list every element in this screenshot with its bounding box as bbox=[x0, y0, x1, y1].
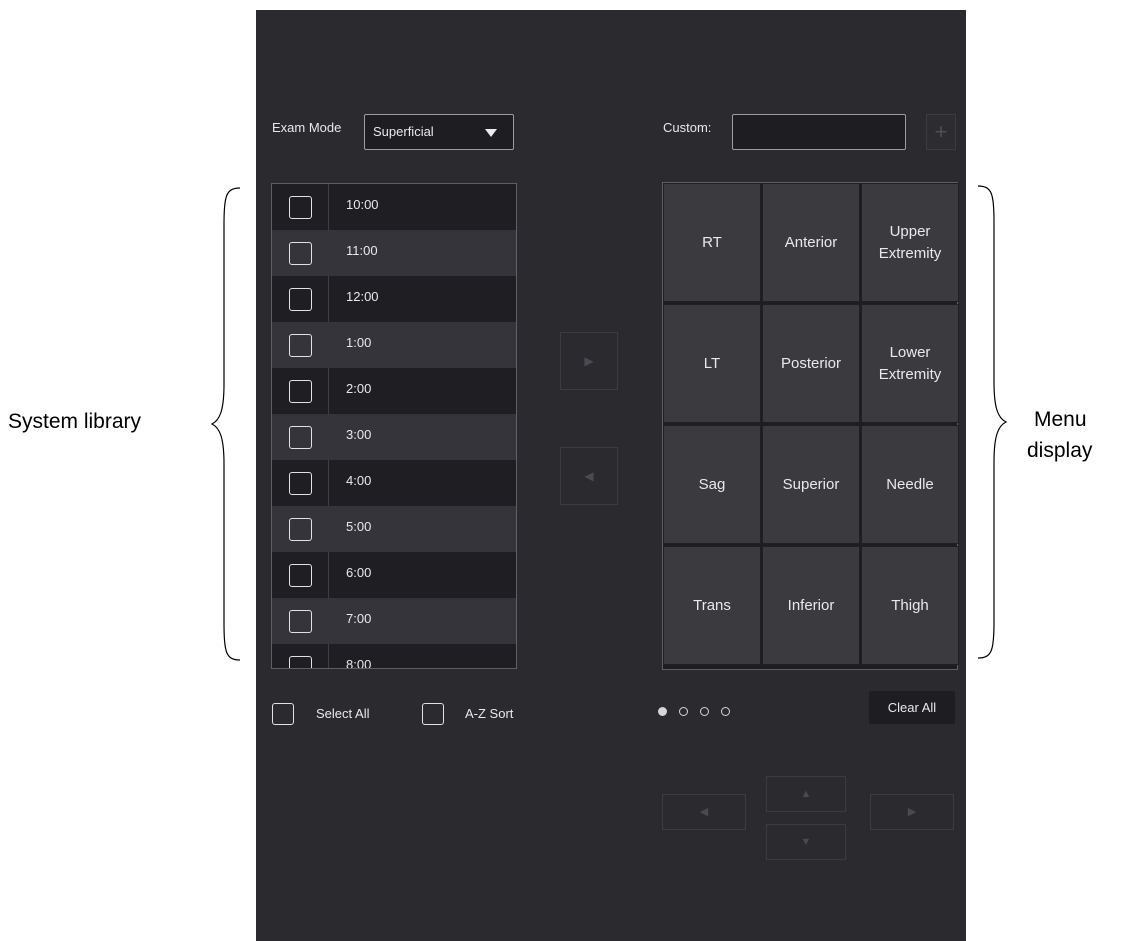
nav-up-button[interactable]: ▲ bbox=[766, 776, 846, 812]
menu-cell[interactable]: Needle bbox=[861, 425, 959, 544]
page-dot[interactable] bbox=[721, 707, 730, 716]
menu-cell[interactable]: Lower Extremity bbox=[861, 304, 959, 423]
item-label: 10:00 bbox=[346, 197, 379, 212]
list-item[interactable]: 1:00 bbox=[272, 322, 516, 368]
nav-left-button[interactable]: ◀ bbox=[662, 794, 746, 830]
list-item[interactable]: 11:00 bbox=[272, 230, 516, 276]
add-custom-button[interactable]: + bbox=[926, 114, 956, 150]
item-checkbox[interactable] bbox=[289, 242, 312, 265]
item-checkbox[interactable] bbox=[289, 610, 312, 633]
item-label: 12:00 bbox=[346, 289, 379, 304]
add-to-menu-button[interactable]: ▶ bbox=[560, 332, 618, 390]
system-library-list[interactable]: 10:00 11:00 12:00 1:00 2:00 3:00 4:00 5:… bbox=[271, 183, 517, 669]
select-all-label: Select All bbox=[316, 706, 370, 721]
list-item[interactable]: 6:00 bbox=[272, 552, 516, 598]
list-item[interactable]: 2:00 bbox=[272, 368, 516, 414]
item-label: 3:00 bbox=[346, 427, 372, 442]
list-item[interactable]: 8:00 bbox=[272, 644, 516, 669]
item-checkbox[interactable] bbox=[289, 472, 312, 495]
left-brace bbox=[210, 187, 241, 661]
menu-cell[interactable]: Superior bbox=[762, 425, 860, 544]
az-sort-checkbox[interactable] bbox=[422, 703, 444, 725]
menu-cell[interactable]: Posterior bbox=[762, 304, 860, 423]
item-checkbox[interactable] bbox=[289, 564, 312, 587]
item-label: 5:00 bbox=[346, 519, 372, 534]
menu-cell[interactable]: Anterior bbox=[762, 183, 860, 302]
menu-cell[interactable]: Upper Extremity bbox=[861, 183, 959, 302]
list-item[interactable]: 7:00 bbox=[272, 598, 516, 644]
item-label: 6:00 bbox=[346, 565, 372, 580]
list-item[interactable]: 10:00 bbox=[272, 184, 516, 230]
list-item[interactable]: 12:00 bbox=[272, 276, 516, 322]
system-library-annotation: System library bbox=[8, 410, 142, 433]
menu-cell[interactable]: Trans bbox=[663, 546, 761, 665]
item-label: 8:00 bbox=[346, 657, 372, 669]
page-dot[interactable] bbox=[679, 707, 688, 716]
list-item[interactable]: 5:00 bbox=[272, 506, 516, 552]
dropdown-caret-icon bbox=[485, 129, 497, 137]
page-dot[interactable] bbox=[700, 707, 709, 716]
list-item[interactable]: 3:00 bbox=[272, 414, 516, 460]
item-label: 11:00 bbox=[346, 243, 378, 258]
menu-display-annotation-line2: display bbox=[1027, 439, 1093, 462]
menu-cell[interactable]: Thigh bbox=[861, 546, 959, 665]
exam-mode-value: Superficial bbox=[373, 124, 434, 139]
nav-down-button[interactable]: ▼ bbox=[766, 824, 846, 860]
item-label: 4:00 bbox=[346, 473, 372, 488]
page-indicator bbox=[658, 703, 742, 721]
item-label: 2:00 bbox=[346, 381, 372, 396]
menu-display-annotation-line1: Menu bbox=[1034, 408, 1087, 431]
az-sort-label: A-Z Sort bbox=[465, 706, 514, 721]
item-label: 1:00 bbox=[346, 335, 372, 350]
nav-right-button[interactable]: ▶ bbox=[870, 794, 954, 830]
item-checkbox[interactable] bbox=[289, 288, 312, 311]
select-all-checkbox[interactable] bbox=[272, 703, 294, 725]
item-checkbox[interactable] bbox=[289, 656, 312, 668]
page-dot[interactable] bbox=[658, 707, 667, 716]
right-brace bbox=[977, 185, 1008, 659]
menu-cell[interactable]: Sag bbox=[663, 425, 761, 544]
item-label: 7:00 bbox=[346, 611, 372, 626]
item-checkbox[interactable] bbox=[289, 334, 312, 357]
item-checkbox[interactable] bbox=[289, 196, 312, 219]
menu-config-panel: Exam Mode Superficial Custom: + 10:00 11… bbox=[256, 10, 966, 941]
clear-all-button[interactable]: Clear All bbox=[869, 691, 955, 724]
menu-cell[interactable]: Inferior bbox=[762, 546, 860, 665]
menu-cell[interactable]: LT bbox=[663, 304, 761, 423]
item-checkbox[interactable] bbox=[289, 426, 312, 449]
exam-mode-label: Exam Mode bbox=[272, 120, 342, 135]
remove-from-menu-button[interactable]: ◀ bbox=[560, 447, 618, 505]
exam-mode-dropdown[interactable]: Superficial bbox=[364, 114, 514, 150]
menu-cell[interactable]: RT bbox=[663, 183, 761, 302]
item-checkbox[interactable] bbox=[289, 380, 312, 403]
list-item[interactable]: 4:00 bbox=[272, 460, 516, 506]
custom-label: Custom: bbox=[663, 120, 712, 135]
item-checkbox[interactable] bbox=[289, 518, 312, 541]
custom-input[interactable] bbox=[732, 114, 906, 150]
menu-display-grid: RT Anterior Upper Extremity LT Posterior … bbox=[662, 182, 959, 670]
